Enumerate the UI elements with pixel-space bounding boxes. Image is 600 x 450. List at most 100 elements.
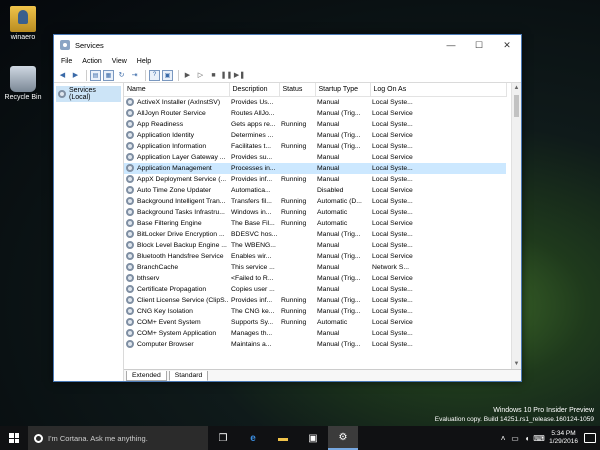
menu-view[interactable]: View: [107, 58, 132, 65]
start-service-icon[interactable]: ▶: [182, 70, 193, 81]
table-row[interactable]: ActiveX Installer (AxInstSV) Provides Us.…: [124, 96, 506, 108]
show-hide-console-tree-icon[interactable]: ▤: [90, 69, 101, 81]
table-row[interactable]: COM+ System Application Manages th... Manu…: [124, 328, 506, 339]
properties-icon[interactable]: ▦: [103, 69, 114, 81]
maximize-button[interactable]: ☐: [465, 35, 493, 55]
table-row[interactable]: BranchCache This service ... Manual Network…: [124, 262, 506, 273]
table-row[interactable]: CNG Key Isolation The CNG ke... Running Man…: [124, 306, 506, 317]
column-header-log-on-as[interactable]: Log On As: [370, 83, 507, 97]
desktop-icon-label: winaero: [10, 34, 36, 41]
minimize-button[interactable]: —: [437, 35, 465, 55]
back-arrow-icon[interactable]: ◀: [57, 70, 68, 81]
service-description: Windows in...: [231, 208, 272, 216]
desktop-icon-recycle-bin[interactable]: Recycle Bin: [0, 66, 46, 101]
table-row[interactable]: COM+ Event System Supports Sy... Running Au…: [124, 317, 506, 328]
edge-icon[interactable]: e: [238, 426, 268, 450]
column-header-description[interactable]: Description: [229, 83, 280, 97]
table-row[interactable]: Base Filtering Engine The Base Fil... Runn…: [124, 218, 506, 229]
table-row[interactable]: App Readiness Gets apps re... Running Manua…: [124, 119, 506, 130]
table-row[interactable]: Bluetooth Handsfree Service Enables wir..…: [124, 251, 506, 262]
service-status: Running: [281, 208, 307, 216]
service-description: Transfers fil...: [231, 197, 272, 205]
start-service-alt-icon[interactable]: ▷: [195, 70, 206, 81]
table-row[interactable]: Block Level Backup Engine ... The WBENG..…: [124, 240, 506, 251]
service-startup-type: Manual (Trig...: [317, 230, 361, 238]
windows-logo-icon: [9, 433, 19, 443]
menu-file[interactable]: File: [56, 58, 77, 65]
table-row[interactable]: Background Intelligent Tran... Transfers …: [124, 196, 506, 207]
store-icon[interactable]: ▣: [298, 426, 328, 450]
window-title: Services: [75, 40, 104, 50]
table-row[interactable]: AppX Deployment Service (... Provides inf…: [124, 174, 506, 185]
service-startup-type: Manual (Trig...: [317, 274, 361, 282]
menu-action[interactable]: Action: [77, 58, 106, 65]
restart-service-icon[interactable]: ▶❚: [234, 70, 245, 81]
taskbar: I'm Cortana. Ask me anything. ❐ e ▬ ▣ ⚙ …: [0, 426, 600, 450]
close-button[interactable]: ✕: [493, 35, 521, 55]
forward-arrow-icon[interactable]: ▶: [70, 70, 81, 81]
toolbar-separator: [86, 69, 87, 81]
file-explorer-icon[interactable]: ▬: [268, 426, 298, 450]
table-row[interactable]: Application Layer Gateway ... Provides su…: [124, 152, 506, 163]
service-description: Processes in...: [229, 162, 279, 174]
help-icon[interactable]: ?: [149, 69, 160, 81]
service-startup-type: Manual (Trig...: [317, 307, 361, 315]
service-name-cell: Application Layer Gateway ...: [124, 152, 229, 163]
services-table: Name Description Status Startup Type Log…: [124, 83, 507, 350]
task-view-icon[interactable]: ❐: [208, 426, 238, 450]
table-row[interactable]: bthserv <Failed to R... Manual (Trig... Loc…: [124, 273, 506, 284]
table-row[interactable]: BitLocker Drive Encryption ... BDESVC hos…: [124, 229, 506, 240]
column-header-name[interactable]: Name: [124, 83, 230, 97]
refresh-icon[interactable]: ↻: [116, 70, 127, 81]
column-header-startup-type[interactable]: Startup Type: [315, 83, 371, 97]
menu-help[interactable]: Help: [132, 58, 156, 65]
volume-icon[interactable]: ◖: [521, 434, 533, 443]
service-description: Manages th...: [231, 329, 273, 337]
tree-item-services-local[interactable]: Services (Local): [56, 86, 121, 102]
service-name-cell: Background Tasks Infrastru...: [124, 207, 229, 218]
pause-service-icon[interactable]: ❚❚: [221, 70, 233, 81]
vertical-scrollbar[interactable]: ▲ ▼: [511, 83, 521, 369]
tab-standard[interactable]: Standard: [168, 371, 209, 381]
service-name: Computer Browser: [137, 340, 194, 348]
table-row[interactable]: Certificate Propagation Copies user ... Ma…: [124, 284, 506, 295]
service-name-cell: CNG Key Isolation: [124, 306, 229, 317]
table-row[interactable]: Background Tasks Infrastru... Windows in.…: [124, 207, 506, 218]
network-icon[interactable]: ▭: [509, 434, 521, 443]
desktop-icon-winaero[interactable]: winaero: [0, 6, 46, 41]
action-center-icon[interactable]: [584, 433, 596, 443]
table-row[interactable]: Client License Service (ClipS... Provides…: [124, 295, 506, 306]
service-name: BranchCache: [137, 263, 179, 271]
service-name-cell: Application Identity: [124, 130, 229, 141]
table-row[interactable]: Auto Time Zone Updater Automatica... Disab…: [124, 185, 506, 196]
service-name: Base Filtering Engine: [137, 219, 202, 227]
table-row[interactable]: AllJoyn Router Service Routes AllJo... Man…: [124, 108, 506, 119]
stop-service-icon[interactable]: ■: [208, 70, 219, 81]
scrollbar-thumb[interactable]: [514, 95, 519, 117]
start-button[interactable]: [0, 426, 28, 450]
service-status: [279, 152, 315, 163]
service-status: Running: [281, 296, 307, 304]
service-log-on-as: Local Syste...: [372, 241, 413, 249]
show-hidden-icons-icon[interactable]: ˄: [497, 434, 509, 443]
title-bar[interactable]: Services — ☐ ✕: [54, 35, 521, 55]
table-row[interactable]: Application Management Processes in... Man…: [124, 162, 506, 174]
view-tabs: Extended Standard: [124, 369, 521, 381]
gear-icon: [126, 307, 134, 315]
keyboard-icon[interactable]: ⌨: [533, 434, 545, 443]
scroll-up-icon[interactable]: ▲: [512, 83, 521, 93]
service-status: [279, 273, 315, 284]
clock[interactable]: 5:34 PM 1/29/2016: [549, 430, 578, 446]
export-list-icon[interactable]: ⇥: [129, 70, 140, 81]
services-icon[interactable]: ⚙: [328, 426, 358, 450]
service-description: <Failed to R...: [231, 274, 274, 282]
cortana-search-box[interactable]: I'm Cortana. Ask me anything.: [28, 426, 208, 450]
scroll-down-icon[interactable]: ▼: [512, 359, 521, 369]
tab-extended[interactable]: Extended: [126, 371, 167, 381]
column-header-status[interactable]: Status: [279, 83, 316, 97]
console-properties-icon[interactable]: ▣: [162, 69, 173, 81]
table-row[interactable]: Computer Browser Maintains a... Manual (Tr…: [124, 339, 506, 350]
service-name-cell: Base Filtering Engine: [124, 218, 229, 229]
table-row[interactable]: Application Information Facilitates t... R…: [124, 141, 506, 152]
table-row[interactable]: Application Identity Determines ... Manual…: [124, 130, 506, 141]
